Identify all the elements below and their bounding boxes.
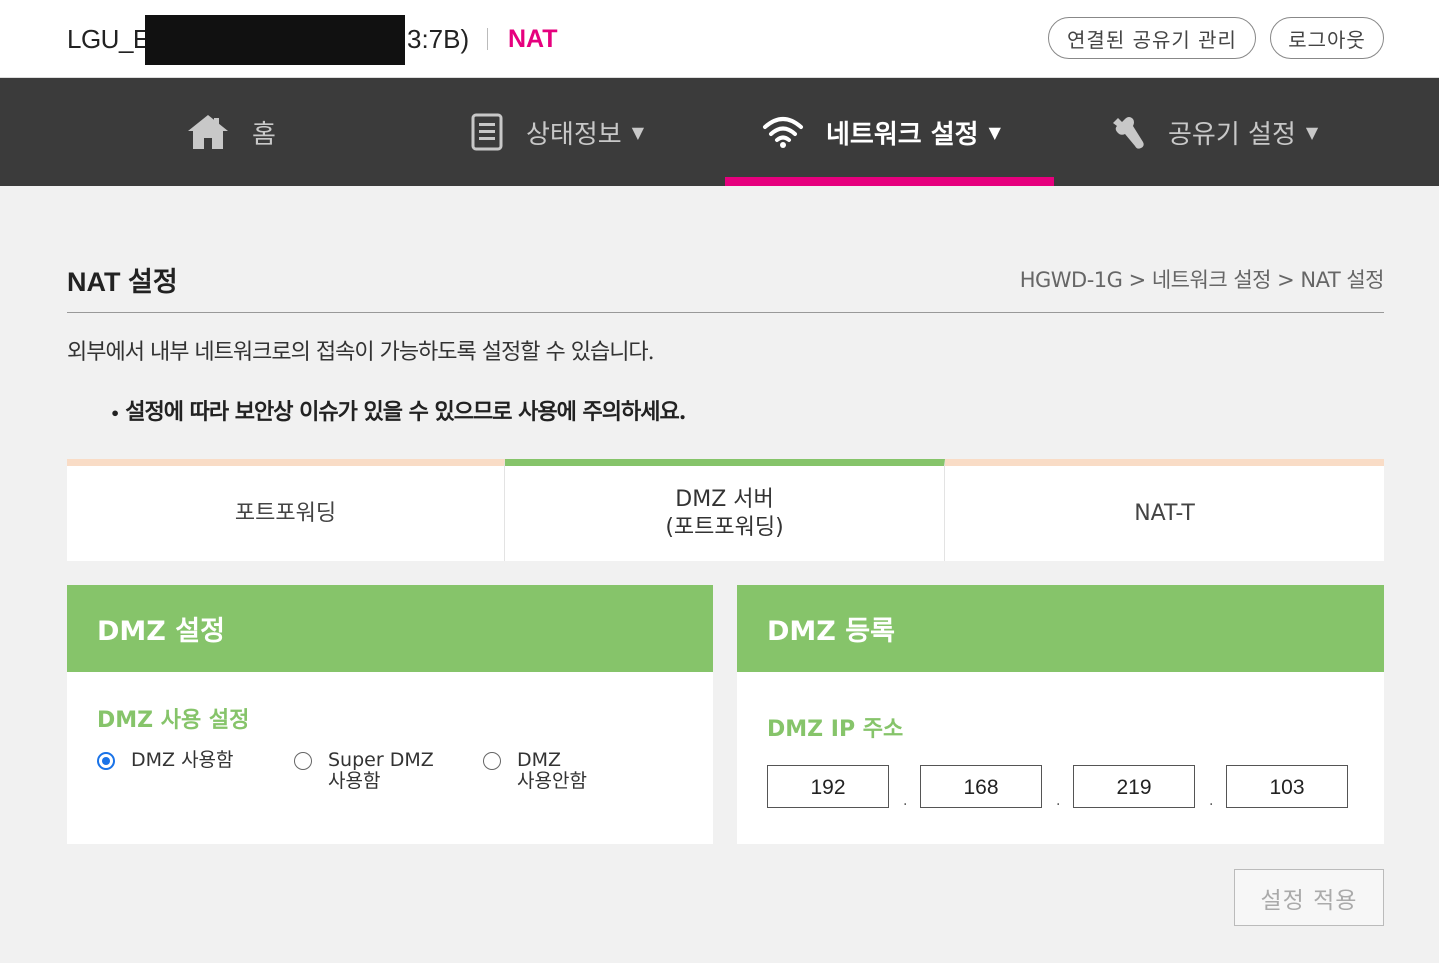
ip-separator: .	[903, 793, 908, 809]
connected-devices-button[interactable]: 연결된 공유기 관리	[1048, 17, 1256, 59]
nat-tabs: 포트포워딩 DMZ 서버 (포트포워딩) NAT-T	[67, 459, 1384, 561]
chevron-down-icon: ▼	[631, 122, 644, 142]
ip-separator: .	[1209, 793, 1214, 809]
panel-title: DMZ 설정	[67, 585, 713, 672]
nav-item-status[interactable]: 상태정보 ▼	[470, 78, 644, 186]
active-nav-indicator	[725, 177, 1054, 186]
top-header: LGU_E 3:7B) NAT 연결된 공유기 관리 로그아웃	[0, 0, 1439, 78]
nav-item-label: 홈	[252, 119, 276, 150]
main-nav: 홈 상태정보 ▼ 네트워크 설정 ▼ 공유기 설정 ▼	[0, 78, 1439, 186]
warning-text: 설정에 따라 보안상 이슈가 있을 수 있으므로 사용에 주의하세요.	[125, 399, 686, 425]
nav-item-label: 네트워크 설정	[826, 119, 979, 150]
redacted-block	[145, 15, 405, 65]
warning-note: • 설정에 따라 보안상 이슈가 있을 수 있으므로 사용에 주의하세요.	[110, 394, 686, 426]
ip-separator: .	[1056, 793, 1061, 809]
radio-dmz-disable[interactable]: DMZ 사용안함	[483, 750, 587, 792]
title-divider	[67, 312, 1384, 313]
ip-octet-1-input[interactable]: 192	[767, 765, 889, 808]
ip-octet-2-input[interactable]: 168	[920, 765, 1042, 808]
tab-port-forwarding[interactable]: 포트포워딩	[67, 459, 505, 561]
radio-dmz-enable[interactable]: DMZ 사용함	[97, 750, 234, 771]
radio-super-dmz[interactable]: Super DMZ 사용함	[294, 750, 434, 792]
device-name-suffix: 3:7B)	[407, 24, 470, 54]
dmz-settings-panel: DMZ 설정 DMZ 사용 설정 DMZ 사용함 Super DMZ 사용함 D…	[67, 585, 713, 844]
document-icon	[470, 112, 504, 152]
nav-item-network[interactable]: 네트워크 설정 ▼	[762, 78, 1001, 186]
tab-dmz-server[interactable]: DMZ 서버 (포트포워딩)	[505, 459, 945, 561]
apply-settings-button[interactable]: 설정 적용	[1234, 869, 1384, 926]
page-title: NAT 설정	[67, 267, 178, 297]
bullet-icon: •	[110, 403, 120, 423]
dmz-usage-subtitle: DMZ 사용 설정	[97, 708, 250, 733]
home-icon	[186, 112, 230, 152]
radio-label: DMZ 사용안함	[517, 749, 587, 792]
chevron-down-icon: ▼	[988, 122, 1001, 142]
breadcrumb: HGWD-1G > 네트워크 설정 > NAT 설정	[1019, 268, 1385, 292]
chevron-down-icon: ▼	[1305, 122, 1319, 142]
nav-item-router[interactable]: 공유기 설정 ▼	[1108, 78, 1318, 186]
wrench-icon	[1108, 113, 1146, 151]
radio-label: Super DMZ 사용함	[328, 749, 434, 792]
radio-label: DMZ 사용함	[131, 749, 234, 771]
header-divider	[487, 28, 488, 50]
radio-button[interactable]	[97, 752, 115, 770]
nav-item-label: 공유기 설정	[1168, 119, 1296, 150]
tab-nat-t[interactable]: NAT-T	[945, 459, 1384, 561]
page-description: 외부에서 내부 네트워크로의 접속이 가능하도록 설정할 수 있습니다.	[67, 340, 655, 365]
ip-octet-4-input[interactable]: 103	[1226, 765, 1348, 808]
dmz-ip-subtitle: DMZ IP 주소	[767, 717, 904, 742]
nav-item-home[interactable]: 홈	[186, 78, 276, 186]
panel-title: DMZ 등록	[737, 585, 1384, 672]
ip-octet-3-input[interactable]: 219	[1073, 765, 1195, 808]
nav-item-label: 상태정보	[526, 119, 622, 150]
wifi-icon	[762, 115, 804, 149]
dmz-register-panel: DMZ 등록 DMZ IP 주소 192 . 168 . 219 . 103	[737, 585, 1384, 844]
radio-button[interactable]	[483, 752, 501, 770]
device-name-prefix: LGU_E	[67, 24, 150, 54]
page-tag: NAT	[508, 25, 558, 53]
logout-button[interactable]: 로그아웃	[1270, 17, 1384, 59]
radio-button[interactable]	[294, 752, 312, 770]
